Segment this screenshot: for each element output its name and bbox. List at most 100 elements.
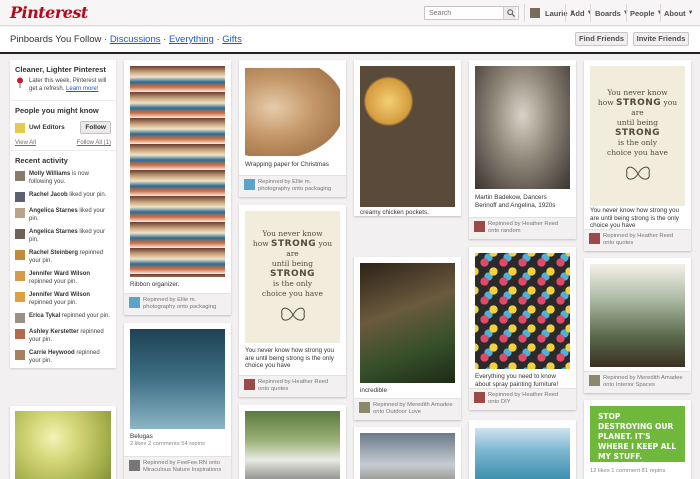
- people-section: People you might know Uwl Editors Follow…: [10, 101, 116, 151]
- user-avatar: [530, 8, 540, 18]
- avatar: [15, 250, 25, 260]
- avatar: [129, 460, 140, 471]
- pin-chicken-pockets[interactable]: creamy chicken pockets.: [354, 60, 461, 216]
- people-title: People you might know: [15, 106, 99, 115]
- activity-item[interactable]: Jennifer Ward Wilson repinned your pin.: [10, 289, 116, 310]
- pin-bokeh[interactable]: [10, 406, 116, 479]
- invite-friends-button[interactable]: Invite Friends: [633, 32, 689, 46]
- activity-item[interactable]: Angelica Starnes liked your pin.: [10, 226, 116, 247]
- pin-planet-banner[interactable]: Stop destroying our planet. It's where I…: [584, 400, 691, 479]
- pin-stats: 2 likes 2 comments 54 repins: [130, 441, 206, 447]
- pin-belugas[interactable]: Belugas 2 likes 2 comments 54 repins Rep…: [124, 323, 231, 479]
- sub-header: Pinboards You Follow · Discussions · Eve…: [0, 27, 700, 54]
- pin-description: creamy chicken pockets.: [360, 209, 429, 216]
- link-everything[interactable]: Everything: [169, 34, 214, 45]
- quote-text: You never know how STRONG you are until be…: [252, 229, 333, 298]
- pin-stats: 12 likes 1 comment 81 repins: [590, 468, 666, 474]
- pin-description: Belugas: [130, 433, 153, 440]
- link-discussions[interactable]: Discussions: [110, 34, 161, 45]
- learn-more-link[interactable]: Learn more!: [66, 86, 98, 92]
- nav-boards[interactable]: Boards▼: [595, 6, 629, 20]
- top-bar: Pinterest Laurie▼ Add▼ Boards▼ People▼ A…: [0, 0, 700, 26]
- pin-image[interactable]: [475, 66, 570, 189]
- activity-item[interactable]: Rachel Jacob liked your pin.: [10, 189, 116, 205]
- pin-cottage[interactable]: [239, 405, 346, 479]
- butterfly-icon: [280, 307, 305, 321]
- avatar: [474, 392, 485, 403]
- avatar: [15, 292, 25, 302]
- pin-image[interactable]: [590, 264, 685, 367]
- chevron-down-icon: ▼: [687, 10, 694, 16]
- pin-image[interactable]: [360, 433, 455, 479]
- pin-image[interactable]: [475, 428, 570, 479]
- pin-description: You never know how strong you are until …: [590, 207, 680, 229]
- recent-title: Recent activity: [15, 156, 68, 165]
- pin-tree-hut[interactable]: Repinned by Meredith Amadee onto Interio…: [584, 258, 691, 393]
- pin-spray-paint[interactable]: Everything you need to know about spray …: [469, 247, 576, 410]
- pin-strong-quote[interactable]: You never know how STRONG you are until be…: [239, 205, 346, 397]
- activity-item[interactable]: Erica Tykal repinned your pin.: [10, 310, 116, 326]
- pin-repin-info: Repinned by Meredith Amadee onto Outdoor…: [354, 398, 461, 420]
- follow-all-link[interactable]: Follow All (1): [77, 140, 111, 146]
- pin-description: You never know how strong you are until …: [245, 347, 335, 369]
- pin-strong-quote-2[interactable]: You never know how STRONG you are until be…: [584, 60, 691, 251]
- pin-image[interactable]: [130, 329, 225, 429]
- pin-dancers[interactable]: Martin Badekow, Dancers Berinoff and Ang…: [469, 60, 576, 239]
- avatar: [15, 171, 25, 181]
- pin-image[interactable]: [245, 68, 340, 156]
- pin-image[interactable]: [130, 66, 225, 277]
- title-text: Pinboards You Follow ·: [10, 34, 110, 45]
- pin-description: Wrapping paper for Christmas: [245, 161, 329, 168]
- pin-image[interactable]: [15, 411, 111, 479]
- avatar: [15, 313, 25, 323]
- nav-about[interactable]: About ▼: [664, 6, 694, 20]
- pin-repin-info: Repinned by Ellie m. photography onto pa…: [124, 293, 231, 315]
- activity-item[interactable]: Ashley Kerstetter repinned your pin.: [10, 326, 116, 347]
- avatar: [589, 233, 600, 244]
- pin-bedroom[interactable]: [354, 427, 461, 479]
- pin-repin-info: Repinned by Heather Reed onto quotes: [239, 375, 346, 397]
- nav-user-menu[interactable]: Laurie ▼: [530, 6, 575, 20]
- activity-item[interactable]: Angelica Starnes liked your pin.: [10, 205, 116, 226]
- avatar: [15, 350, 25, 360]
- search-icon: [507, 9, 515, 17]
- pinterest-logo[interactable]: Pinterest: [10, 3, 88, 22]
- pin-description: Ribbon organizer.: [130, 281, 180, 288]
- notice-section: Cleaner, Lighter Pinterest Later this we…: [10, 60, 116, 101]
- avatar: [129, 297, 140, 308]
- pin-description: Martin Badekow, Dancers Berinoff and Ang…: [475, 194, 556, 209]
- avatar: [15, 229, 25, 239]
- avatar: [15, 271, 25, 281]
- pin-image[interactable]: [475, 253, 570, 369]
- pin-image[interactable]: Stop destroying our planet. It's where I…: [590, 406, 685, 462]
- follow-button[interactable]: Follow: [80, 121, 111, 134]
- pin-ocean[interactable]: [469, 420, 576, 479]
- pin-wrapping-paper[interactable]: Wrapping paper for Christmas Repinned by…: [239, 60, 346, 197]
- sidebar: Cleaner, Lighter Pinterest Later this we…: [10, 60, 116, 368]
- pin-repin-info: Repinned by Heather Reed onto random: [469, 217, 576, 239]
- pin-incredible-house[interactable]: incredible Repinned by Meredith Amadee o…: [354, 257, 461, 420]
- activity-item[interactable]: Carrie Heywood repinned your pin.: [10, 347, 116, 368]
- pin-repin-info: Repinned by Ellie m. photography onto pa…: [239, 175, 346, 197]
- user-avatar: [15, 122, 25, 133]
- pin-image[interactable]: You never know how STRONG you are until be…: [590, 66, 685, 206]
- view-all-link[interactable]: View All: [15, 140, 36, 146]
- pin-ribbon-organizer[interactable]: Ribbon organizer. Repinned by Ellie m. p…: [124, 60, 231, 315]
- search-button[interactable]: [503, 7, 516, 19]
- pin-image[interactable]: [245, 411, 340, 479]
- activity-item[interactable]: Jennifer Ward Wilson repinned your pin.: [10, 268, 116, 289]
- activity-item[interactable]: Rachel Steinberg repinned your pin.: [10, 247, 116, 268]
- nav-people[interactable]: People▼: [630, 6, 663, 20]
- pin-image[interactable]: [360, 66, 455, 207]
- link-gifts[interactable]: Gifts: [222, 34, 242, 45]
- activity-item[interactable]: Molly Williams is now following you.: [10, 168, 116, 189]
- people-links: View All Follow All (1): [10, 137, 116, 146]
- find-friends-button[interactable]: Find Friends: [575, 32, 628, 46]
- avatar: [15, 329, 25, 339]
- avatar: [244, 179, 255, 190]
- pin-repin-info: Repinned by Heather Reed onto DIY: [469, 388, 576, 410]
- pin-image[interactable]: [360, 263, 455, 383]
- pin-image[interactable]: You never know how STRONG you are until be…: [245, 211, 340, 343]
- recent-activity-section: Recent activity Molly Williams is now fo…: [10, 151, 116, 368]
- suggested-user-name[interactable]: Uwl Editors: [29, 124, 65, 131]
